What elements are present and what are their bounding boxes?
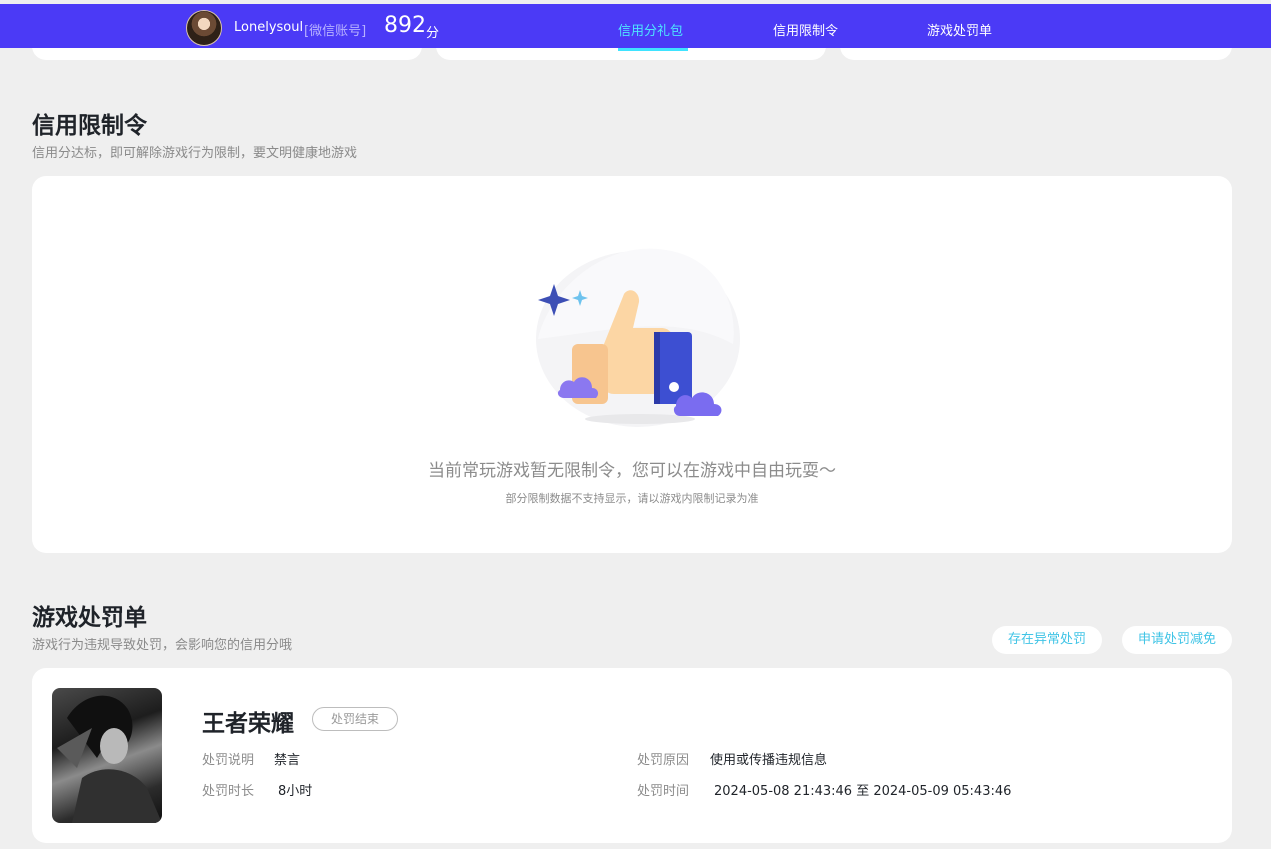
game-title: 王者荣耀	[202, 711, 294, 737]
penalty-desc-label: 处罚说明	[202, 753, 255, 768]
top-nav-bar: Lonelysoul [微信账号] 892 分 信用分礼包 信用限制令 游戏处罚…	[0, 4, 1271, 51]
restriction-subtitle: 信用分达标，即可解除游戏行为限制，要文明健康地游戏	[32, 146, 358, 161]
tab-credit-restriction[interactable]: 信用限制令	[773, 20, 838, 39]
thumbs-up-icon	[536, 248, 740, 427]
penalty-time-value: 2024-05-08 21:43:46 至 2024-05-09 05:43:4…	[714, 784, 1012, 799]
credit-score: 892	[384, 13, 426, 38]
account-type: [微信账号]	[304, 24, 367, 39]
active-tab-indicator	[618, 48, 688, 51]
restriction-card: 当前常玩游戏暂无限制令，您可以在游戏中自由玩耍～ 部分限制数据不支持显示，请以游…	[32, 176, 1232, 553]
penalty-reason-label: 处罚原因	[637, 753, 690, 768]
penalty-duration-label: 处罚时长	[202, 784, 255, 799]
penalty-record-card: 王者荣耀 处罚结束 处罚说明 禁言 处罚原因 使用或传播违规信息 处罚时长 8小…	[32, 668, 1232, 843]
user-avatar[interactable]	[186, 10, 222, 46]
penalty-title: 游戏处罚单	[32, 605, 147, 631]
empty-state-note: 部分限制数据不支持显示，请以游戏内限制记录为准	[505, 492, 759, 505]
penalty-time-label: 处罚时间	[637, 784, 690, 799]
game-cover-image	[52, 688, 162, 823]
apply-penalty-reduction-button[interactable]: 申请处罚减免	[1122, 626, 1232, 654]
restriction-title: 信用限制令	[32, 113, 147, 139]
penalty-duration-value: 8小时	[278, 784, 313, 799]
penalty-subtitle: 游戏行为违规导致处罚，会影响您的信用分哦	[32, 638, 293, 653]
empty-state-message: 当前常玩游戏暂无限制令，您可以在游戏中自由玩耍～	[428, 461, 836, 481]
report-abnormal-penalty-button[interactable]: 存在异常处罚	[992, 626, 1102, 654]
penalty-desc-value: 禁言	[274, 753, 301, 768]
penalty-reason-value: 使用或传播违规信息	[710, 753, 828, 768]
credit-score-unit: 分	[426, 26, 440, 41]
tab-game-penalty[interactable]: 游戏处罚单	[927, 20, 992, 39]
username: Lonelysoul	[234, 20, 304, 35]
penalty-status-badge: 处罚结束	[312, 707, 398, 731]
tab-credit-gift[interactable]: 信用分礼包	[618, 20, 683, 39]
